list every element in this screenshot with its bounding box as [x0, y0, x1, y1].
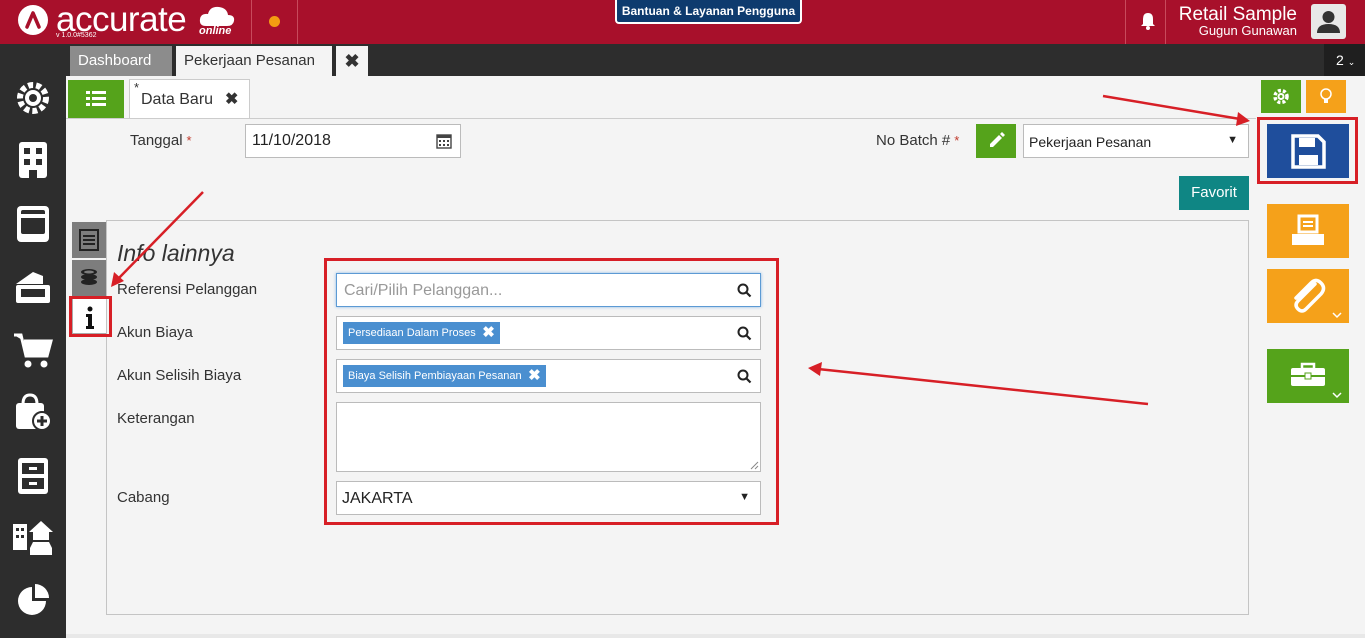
annotation-arrows	[111, 94, 1250, 406]
